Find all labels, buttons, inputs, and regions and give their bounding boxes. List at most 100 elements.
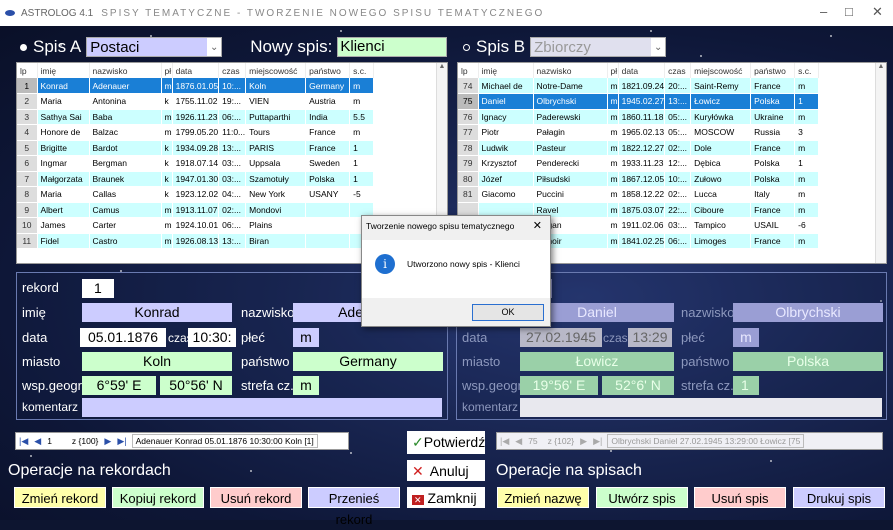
table-cell[interactable]: 1934.09.28 (172, 140, 220, 156)
table-cell[interactable]: Zułowo (690, 171, 752, 187)
table-cell[interactable]: Penderecki (533, 155, 608, 172)
table-row[interactable]: 7 Małgorzata Braunek k 1947.01.30 03:... Szamo… (17, 171, 375, 187)
table-cell[interactable]: 1911.02.06 (618, 217, 666, 234)
table-cell[interactable]: Dole (690, 140, 752, 156)
table-cell[interactable]: 1860.11.18 (618, 109, 666, 125)
table-cell[interactable]: Polska (750, 171, 796, 187)
table-cell[interactable]: m (607, 171, 619, 187)
next-record-icon[interactable]: ▶ (577, 436, 590, 447)
table-cell[interactable]: France (750, 140, 796, 156)
delete-record-button[interactable]: Usuń rekord (210, 487, 302, 508)
move-record-button[interactable]: Przenieś rekord (308, 487, 400, 527)
last-name-b-field[interactable]: Olbrychski (733, 303, 883, 322)
table-cell[interactable]: 1867.12.05 (618, 171, 666, 187)
list-b-select[interactable]: Zbiorczy ⌄ (530, 37, 667, 57)
last-record-icon[interactable]: ▶| (590, 436, 605, 447)
table-cell[interactable]: 3 (17, 109, 38, 125)
time-field[interactable]: 10:30: (188, 328, 236, 347)
table-row[interactable]: 80 Józef Piłsudski m 1867.12.05 10:... Zułowo P… (458, 171, 820, 187)
table-row[interactable]: 10 James Carter m 1924.10.01 06:... Plains (17, 217, 375, 234)
table-cell[interactable]: 03:... (664, 217, 692, 234)
table-cell[interactable]: Baba (89, 109, 162, 125)
table-row[interactable]: 74 Michael de Notre-Dame m 1821.09.24 20:... S… (458, 78, 820, 94)
table-cell[interactable]: m (349, 78, 375, 94)
next-record-icon[interactable]: ▶ (101, 436, 114, 447)
list-a-radio[interactable] (20, 43, 27, 51)
table-cell[interactable]: MOSCOW (690, 124, 752, 141)
table-cell[interactable]: 10:... (218, 78, 247, 94)
table-cell[interactable]: 04:... (218, 186, 247, 203)
table-row[interactable]: 3 Sathya Sai Baba m 1926.11.23 06:... Puttapar… (17, 109, 375, 125)
table-cell[interactable]: 5.5 (349, 109, 375, 125)
table-cell[interactable]: Pałagin (533, 124, 608, 141)
sex-b-field[interactable]: m (733, 328, 759, 347)
table-cell[interactable]: USAIL (750, 217, 796, 234)
table-cell[interactable]: 75 (458, 93, 479, 110)
table-cell[interactable]: m (607, 124, 619, 141)
table-cell[interactable]: 1947.01.30 (172, 171, 220, 187)
nav-b-combo[interactable]: Olbrychski Daniel 27.02.1945 13:29:00 Ło… (607, 434, 805, 448)
table-cell[interactable]: Puttaparthi (245, 109, 307, 125)
table-row[interactable]: 81 Giacomo Puccini m 1858.12.22 02:... Lucca It… (458, 186, 820, 203)
table-cell[interactable]: VIEN (245, 93, 307, 110)
table-cell[interactable]: India (305, 109, 351, 125)
table-cell[interactable]: m (349, 93, 375, 110)
table-cell[interactable]: 1822.12.27 (618, 140, 666, 156)
table-cell[interactable]: 06:... (218, 109, 247, 125)
table-cell[interactable]: m (794, 78, 820, 94)
table-cell[interactable]: Michael de (478, 78, 534, 94)
table-cell[interactable]: Lucca (690, 186, 752, 203)
table-cell[interactable]: PARIS (245, 140, 307, 156)
table-cell[interactable]: 80 (458, 171, 479, 187)
longitude-field[interactable]: 6°59' E (82, 376, 156, 395)
column-header[interactable]: nazwisko (89, 63, 162, 78)
table-row[interactable]: 6 Ingmar Bergman k 1918.07.14 03:... Uppsala Sw… (17, 155, 375, 172)
date-field[interactable]: 05.01.1876 (80, 328, 166, 347)
table-cell[interactable]: 9 (17, 202, 38, 218)
table-row[interactable]: 11 Fidel Castro m 1926.08.13 13:... Biran (17, 233, 375, 249)
table-cell[interactable]: 13:... (218, 140, 247, 156)
first-record-icon[interactable]: |◀ (16, 436, 31, 447)
table-cell[interactable]: 6 (17, 155, 38, 172)
table-cell[interactable]: 02:... (664, 186, 692, 203)
confirm-button[interactable]: ✓Potwierdź (407, 431, 485, 454)
table-cell[interactable]: 1799.05.20 (172, 124, 220, 141)
table-cell[interactable]: Italy (750, 186, 796, 203)
table-cell[interactable]: Russia (750, 124, 796, 141)
table-cell[interactable]: Notre-Dame (533, 78, 608, 94)
table-cell[interactable]: Ignacy (478, 109, 534, 125)
table-cell[interactable]: m (794, 233, 820, 249)
table-cell[interactable]: Castro (89, 233, 162, 249)
create-list-button[interactable]: Utwórz spis (596, 487, 688, 508)
prev-record-icon[interactable]: ◀ (512, 436, 525, 447)
column-header[interactable]: s.c. (349, 63, 375, 78)
table-cell[interactable]: 02:... (218, 202, 247, 218)
table-cell[interactable]: Polska (305, 171, 351, 187)
table-cell[interactable] (305, 202, 351, 218)
table-cell[interactable]: Uppsala (245, 155, 307, 172)
table-cell[interactable]: Braunek (89, 171, 162, 187)
table-cell[interactable]: 19:... (218, 93, 247, 110)
maximize-button[interactable]: □ (845, 4, 853, 19)
table-cell[interactable]: Ingmar (37, 155, 90, 172)
last-name-field[interactable]: Ade (293, 303, 365, 322)
column-header[interactable]: pł (607, 63, 619, 78)
table-cell[interactable]: m (161, 233, 173, 249)
column-header[interactable]: pł (161, 63, 173, 78)
table-cell[interactable]: France (750, 202, 796, 218)
table-cell[interactable]: 1 (349, 171, 375, 187)
table-cell[interactable]: Callas (89, 186, 162, 203)
table-cell[interactable]: m (607, 78, 619, 94)
column-header[interactable]: czas (218, 63, 247, 78)
table-cell[interactable]: Germany (305, 78, 351, 94)
table-cell[interactable]: 77 (458, 124, 479, 141)
table-cell[interactable]: k (161, 140, 173, 156)
table-cell[interactable] (305, 217, 351, 234)
table-cell[interactable]: Albert (37, 202, 90, 218)
table-cell[interactable]: m (794, 202, 820, 218)
table-cell[interactable]: Józef (478, 171, 534, 187)
table-row[interactable]: 76 Ignacy Paderewski m 1860.11.18 05:... Kurył… (458, 109, 820, 125)
table-cell[interactable]: 1926.08.13 (172, 233, 220, 249)
table-cell[interactable]: m (607, 109, 619, 125)
list-b-scrollbar[interactable]: ▲ (875, 63, 886, 263)
